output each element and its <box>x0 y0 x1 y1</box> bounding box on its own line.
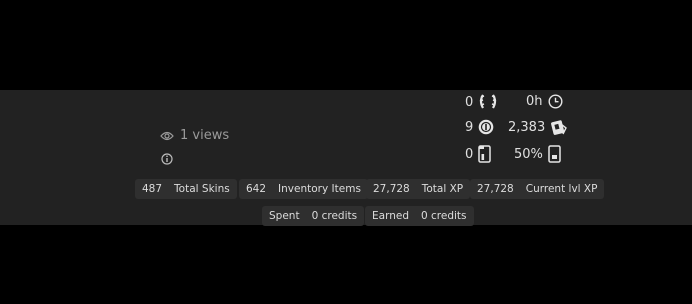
chip-total-xp: 27,728 Total XP <box>366 179 471 199</box>
info-icon[interactable] <box>161 150 173 169</box>
chip-label: Current lvl XP <box>525 183 598 195</box>
phone-stat: 0 <box>465 145 492 163</box>
phone-count: 0 <box>465 146 474 162</box>
phone-percent: 50% <box>514 146 543 162</box>
tag-icon <box>550 119 568 136</box>
chip-value: Earned <box>372 210 409 222</box>
chip-label: 0 credits <box>311 210 358 222</box>
chip-spent-credits: Spent 0 credits <box>262 206 365 226</box>
rare-value: 2,383 <box>508 120 546 135</box>
coin-icon <box>478 119 494 135</box>
awards-stat: 0 <box>465 93 498 111</box>
profile-stats-panel <box>0 90 692 225</box>
playtime-stat: 0h <box>526 94 563 109</box>
chip-value: Spent <box>269 210 300 222</box>
chip-label: Inventory Items <box>278 183 361 195</box>
clock-icon <box>548 94 563 109</box>
views-counter: 1 views <box>160 128 229 143</box>
coins-value: 9 <box>465 119 474 135</box>
chip-value: 27,728 <box>477 183 514 195</box>
chip-value: 27,728 <box>373 183 410 195</box>
chip-value: 642 <box>246 183 267 195</box>
chip-inventory-items: 642 Inventory Items <box>239 179 368 199</box>
phone-outline-icon <box>548 145 561 163</box>
coins-stat: 9 <box>465 119 494 135</box>
chip-value: 487 <box>142 183 163 195</box>
chip-current-lvl-xp: 27,728 Current lvl XP <box>470 179 605 199</box>
chip-label: Total XP <box>421 183 464 195</box>
chip-total-skins: 487 Total Skins <box>135 179 237 199</box>
phone-icon <box>478 145 492 163</box>
eye-icon <box>160 131 174 141</box>
playtime-value: 0h <box>526 94 543 109</box>
views-label: 1 views <box>180 128 230 143</box>
chip-label: Total Skins <box>174 183 230 195</box>
laurel-icon <box>478 93 498 111</box>
chip-label: 0 credits <box>420 210 467 222</box>
awards-value: 0 <box>465 94 474 110</box>
phone-percent-stat: 50% <box>514 145 561 163</box>
rare-value-stat: 2,383 <box>508 119 568 136</box>
chip-earned-credits: Earned 0 credits <box>365 206 474 226</box>
